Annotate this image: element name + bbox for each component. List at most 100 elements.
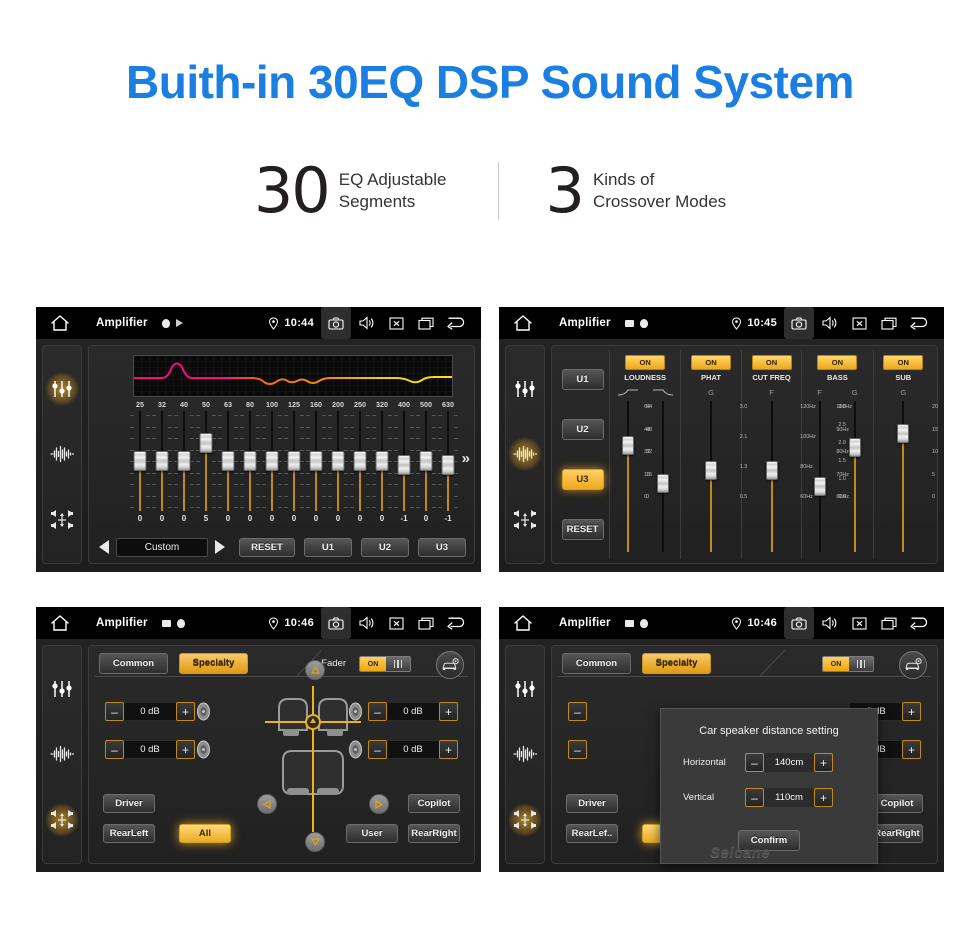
- preset-u1-button[interactable]: U1: [304, 537, 352, 557]
- recents-icon[interactable]: [411, 607, 441, 639]
- gain-plus-button[interactable]: +: [902, 702, 921, 721]
- eq-band-slider[interactable]: [217, 411, 239, 511]
- camera-icon[interactable]: [321, 607, 351, 639]
- volume-icon[interactable]: [814, 307, 844, 339]
- slider-handle[interactable]: [656, 474, 669, 493]
- recents-icon[interactable]: [874, 307, 904, 339]
- fader-toggle[interactable]: ON: [822, 656, 874, 672]
- gain-minus-button[interactable]: –: [368, 702, 387, 721]
- gain-minus-button[interactable]: –: [105, 702, 124, 721]
- recents-icon[interactable]: [411, 307, 441, 339]
- crossover-slider[interactable]: 20 15 10 5 0: [874, 397, 938, 556]
- sidebar-item-waveform[interactable]: [512, 741, 538, 767]
- sidebar-item-equalizer[interactable]: [45, 371, 79, 406]
- sidebar-item-equalizer[interactable]: [49, 676, 75, 702]
- back-icon[interactable]: [441, 607, 471, 639]
- horizontal-plus-button[interactable]: +: [814, 753, 833, 772]
- crossover-on-button[interactable]: ON: [883, 355, 924, 370]
- eq-band-slider[interactable]: [393, 411, 415, 511]
- crossover-on-button[interactable]: ON: [690, 355, 731, 370]
- car-seat-diagram[interactable]: [265, 684, 361, 834]
- crossover-on-button[interactable]: ON: [817, 355, 858, 370]
- crossover-slider[interactable]: 120Hz 100Hz 80Hz 60Hz: [742, 397, 816, 556]
- gain-plus-button[interactable]: +: [902, 740, 921, 759]
- user-preset-u1-button[interactable]: U1: [561, 368, 604, 390]
- gain-minus-button[interactable]: –: [568, 740, 587, 759]
- tab-common[interactable]: Common: [99, 653, 168, 674]
- slider-handle[interactable]: [813, 477, 826, 496]
- eq-slider-handle[interactable]: [199, 433, 213, 453]
- preset-u3-button[interactable]: U3: [418, 537, 466, 557]
- eq-slider-handle[interactable]: [397, 455, 411, 475]
- user-preset-u2-button[interactable]: U2: [561, 418, 604, 440]
- sidebar-item-waveform[interactable]: [49, 441, 75, 467]
- slider-handle[interactable]: [621, 436, 634, 455]
- nav-up-button[interactable]: [305, 660, 325, 680]
- gain-plus-button[interactable]: +: [176, 740, 195, 759]
- sidebar-item-waveform[interactable]: [508, 437, 542, 472]
- eq-slider-bank[interactable]: [129, 411, 459, 511]
- volume-icon[interactable]: [351, 607, 381, 639]
- eq-band-slider[interactable]: [437, 411, 459, 511]
- eq-band-slider[interactable]: [173, 411, 195, 511]
- eq-band-slider[interactable]: [415, 411, 437, 511]
- home-icon[interactable]: [513, 614, 533, 632]
- vertical-minus-button[interactable]: –: [745, 788, 764, 807]
- position-all-button[interactable]: All: [179, 824, 231, 843]
- fader-toggle[interactable]: ON: [359, 656, 411, 672]
- eq-band-slider[interactable]: [283, 411, 305, 511]
- nav-left-button[interactable]: [257, 794, 277, 814]
- close-box-icon[interactable]: [844, 307, 874, 339]
- position-copilot-button[interactable]: Copilot: [408, 794, 460, 813]
- gain-minus-button[interactable]: –: [368, 740, 387, 759]
- slider-handle[interactable]: [704, 461, 717, 480]
- nav-down-button[interactable]: [305, 832, 325, 852]
- crossover-slider[interactable]: 3.0 2.1 1.3 0.5: [681, 397, 747, 556]
- crossover-on-button[interactable]: ON: [751, 355, 792, 370]
- crossover-on-button[interactable]: ON: [625, 355, 666, 370]
- sidebar-item-equalizer[interactable]: [512, 376, 538, 402]
- eq-slider-handle[interactable]: [265, 451, 279, 471]
- eq-slider-handle[interactable]: [243, 451, 257, 471]
- gain-plus-button[interactable]: +: [439, 702, 458, 721]
- position-driver-button[interactable]: Driver: [566, 794, 618, 813]
- preset-display[interactable]: Custom: [116, 537, 208, 557]
- position-user-button[interactable]: User: [346, 824, 398, 843]
- sidebar-item-balance[interactable]: [508, 803, 542, 838]
- nav-right-button[interactable]: [369, 794, 389, 814]
- eq-band-slider[interactable]: [327, 411, 349, 511]
- slider-handle[interactable]: [897, 424, 910, 443]
- close-box-icon[interactable]: [381, 607, 411, 639]
- eq-slider-handle[interactable]: [177, 451, 191, 471]
- camera-icon[interactable]: [784, 607, 814, 639]
- gain-minus-button[interactable]: –: [105, 740, 124, 759]
- slider-handle[interactable]: [848, 438, 861, 457]
- eq-slider-handle[interactable]: [441, 455, 455, 475]
- position-rearleft-button[interactable]: RearLeft: [103, 824, 155, 843]
- eq-band-slider[interactable]: [151, 411, 173, 511]
- preset-prev-button[interactable]: [99, 540, 109, 554]
- crossover-reset-button[interactable]: RESET: [561, 519, 604, 541]
- tab-specialty[interactable]: Specialty: [179, 653, 248, 674]
- eq-slider-handle[interactable]: [221, 451, 235, 471]
- eq-band-slider[interactable]: [261, 411, 283, 511]
- position-copilot-button[interactable]: Copilot: [871, 794, 923, 813]
- close-box-icon[interactable]: [381, 307, 411, 339]
- eq-slider-handle[interactable]: [353, 451, 367, 471]
- slider-handle[interactable]: [765, 461, 778, 480]
- position-rearright-button[interactable]: RearRight: [408, 824, 460, 843]
- eq-slider-handle[interactable]: [331, 451, 345, 471]
- car-settings-icon[interactable]: [436, 651, 464, 679]
- crossover-slider[interactable]: 64 48 32 16 0: [610, 397, 650, 556]
- back-icon[interactable]: [904, 307, 934, 339]
- eq-band-slider[interactable]: [239, 411, 261, 511]
- tab-specialty[interactable]: Specialty: [642, 653, 711, 674]
- eq-slider-handle[interactable]: [287, 451, 301, 471]
- position-driver-button[interactable]: Driver: [103, 794, 155, 813]
- horizontal-minus-button[interactable]: –: [745, 753, 764, 772]
- eq-slider-handle[interactable]: [375, 451, 389, 471]
- sidebar-item-balance[interactable]: [512, 507, 538, 533]
- position-rearright-button[interactable]: RearRight: [871, 824, 923, 843]
- tab-common[interactable]: Common: [562, 653, 631, 674]
- crossover-slider[interactable]: 100Hz 90Hz 80Hz 70Hz 60Hz: [802, 397, 852, 556]
